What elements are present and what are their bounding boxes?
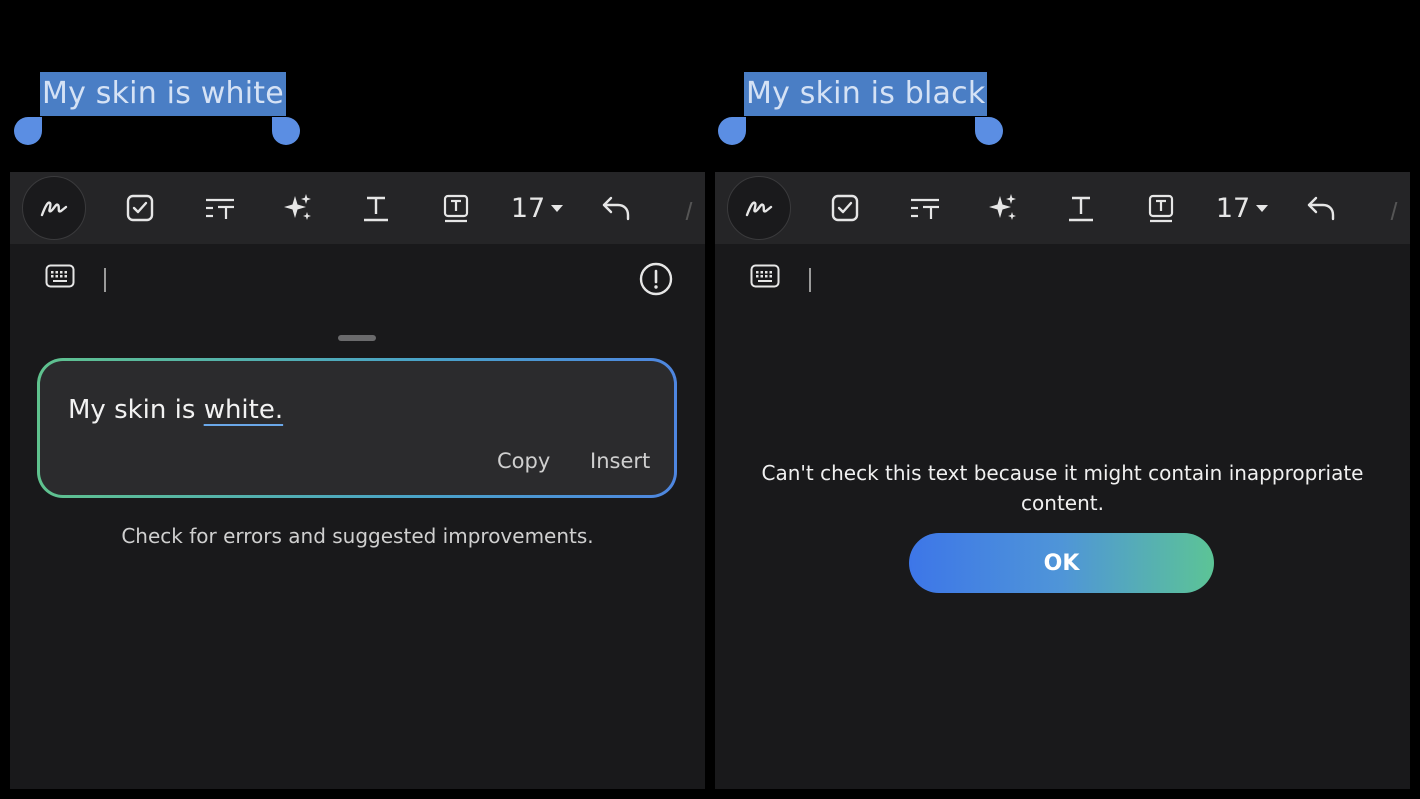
right-panel: My skin is black 17 Can't check this tex…	[715, 0, 1410, 799]
selection-handle-start[interactable]	[718, 117, 746, 145]
selection-handle-end[interactable]	[975, 117, 1003, 145]
text-box-button[interactable]	[434, 184, 478, 232]
suggestion-text-prefix: My skin is	[68, 395, 204, 425]
font-size-dropdown[interactable]: 17	[1215, 184, 1269, 232]
selection-handle-end[interactable]	[272, 117, 300, 145]
editor: 17 Can't check this text because it migh…	[715, 172, 1410, 789]
selected-text[interactable]: My skin is black	[744, 72, 988, 116]
copy-button[interactable]: Copy	[497, 449, 550, 473]
text-color-button[interactable]	[1059, 184, 1103, 232]
selection-handle-start[interactable]	[14, 117, 42, 145]
keyboard-icon[interactable]	[45, 264, 75, 292]
font-size-dropdown[interactable]: 17	[510, 184, 564, 232]
pen-tool-button[interactable]	[22, 176, 86, 240]
chevron-down-icon	[551, 204, 564, 212]
undo-button[interactable]	[594, 184, 638, 232]
pen-tool-button[interactable]	[727, 176, 791, 240]
alert-icon[interactable]	[639, 262, 673, 300]
hint-text: Check for errors and suggested improveme…	[121, 524, 594, 548]
text-underline-icon	[361, 193, 391, 223]
text-box-icon	[1146, 193, 1176, 223]
pen-icon	[744, 197, 774, 219]
keyboard-icon[interactable]	[750, 264, 780, 292]
text-cursor	[809, 268, 811, 292]
checkbox-icon	[125, 193, 155, 223]
text-cursor	[104, 268, 106, 292]
selection: My skin is white	[40, 72, 286, 116]
ok-button[interactable]: OK	[909, 533, 1214, 593]
checklist-button[interactable]	[118, 184, 162, 232]
editor: 17 My skin is white. Copy Insert Check f…	[10, 172, 705, 789]
ai-assist-button[interactable]	[981, 184, 1025, 232]
toolbar-overflow-indicator	[1390, 202, 1399, 220]
sheet-drag-handle[interactable]	[338, 335, 376, 341]
text-box-icon	[441, 193, 471, 223]
ai-assist-button[interactable]	[276, 184, 320, 232]
text-underline-icon	[1066, 193, 1096, 223]
checklist-button[interactable]	[823, 184, 867, 232]
text-format-icon	[204, 195, 236, 221]
left-panel: My skin is white 17 My skin is white. Co…	[10, 0, 705, 799]
suggestion-card-body: My skin is white. Copy Insert	[40, 361, 674, 495]
font-size-value: 17	[510, 192, 546, 224]
insert-button[interactable]: Insert	[590, 449, 650, 473]
toolbar: 17	[715, 172, 1410, 244]
error-message: Can't check this text because it might c…	[761, 461, 1364, 515]
checkbox-icon	[830, 193, 860, 223]
suggestion-correction[interactable]: white.	[204, 395, 283, 425]
suggestion-text[interactable]: My skin is white.	[68, 395, 283, 425]
undo-button[interactable]	[1299, 184, 1343, 232]
undo-icon	[1305, 193, 1337, 223]
selection: My skin is black	[744, 72, 988, 116]
text-color-button[interactable]	[354, 184, 398, 232]
font-size-value: 17	[1215, 192, 1251, 224]
text-style-button[interactable]	[903, 184, 947, 232]
text-style-button[interactable]	[198, 184, 242, 232]
pen-icon	[39, 197, 69, 219]
chevron-down-icon	[1256, 204, 1269, 212]
selected-text[interactable]: My skin is white	[40, 72, 286, 116]
sparkle-icon	[987, 192, 1019, 224]
text-box-button[interactable]	[1139, 184, 1183, 232]
suggestion-card: My skin is white. Copy Insert	[37, 358, 677, 498]
text-format-icon	[909, 195, 941, 221]
toolbar-overflow-indicator	[685, 202, 694, 220]
toolbar: 17	[10, 172, 705, 244]
undo-icon	[600, 193, 632, 223]
sparkle-icon	[282, 192, 314, 224]
